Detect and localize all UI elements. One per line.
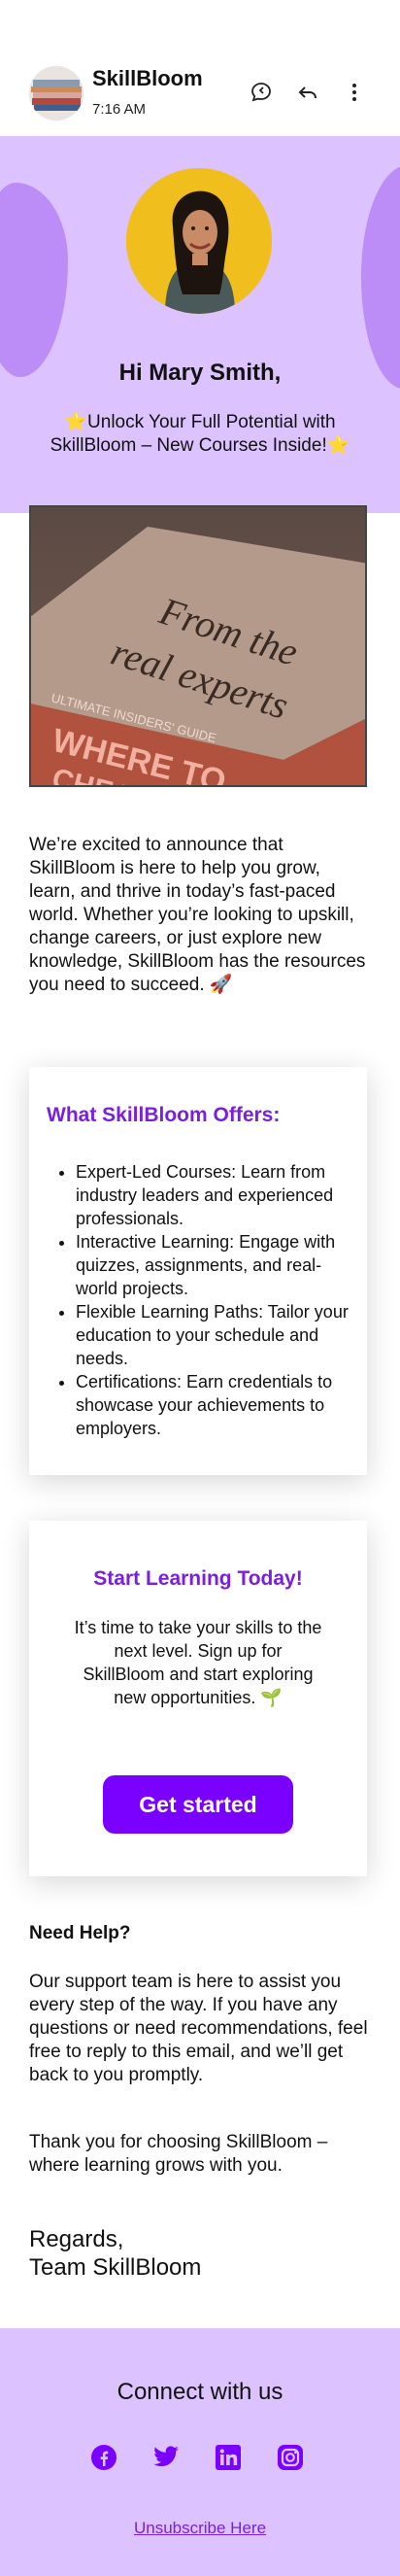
list-item: Certifications: Earn credentials to show… bbox=[76, 1370, 350, 1440]
decorative-blob-right bbox=[361, 165, 400, 389]
signature: Regards, Team SkillBloom bbox=[29, 2225, 201, 2282]
list-item: Interactive Learning: Engage with quizze… bbox=[76, 1230, 350, 1300]
cta-title: Start Learning Today! bbox=[93, 1567, 303, 1590]
thanks-paragraph: Thank you for choosing SkillBloom – wher… bbox=[29, 2132, 328, 2176]
reply-icon[interactable] bbox=[293, 78, 322, 107]
cta-text: It’s time to take your skills to the nex… bbox=[74, 1618, 322, 1707]
email-footer: Connect with us Unsubscribe Here bbox=[0, 2328, 400, 2576]
profile-photo bbox=[126, 168, 272, 314]
facebook-icon[interactable] bbox=[89, 2443, 118, 2472]
unsubscribe-link[interactable]: Unsubscribe Here bbox=[0, 2519, 400, 2538]
feature-image: From the real experts ULTIMATE INSIDERS'… bbox=[29, 505, 367, 787]
help-heading: Need Help? bbox=[29, 1923, 131, 1943]
email-subject-line: ⭐Unlock Your Full Potential with SkillBl… bbox=[50, 412, 350, 456]
chat-bubble-icon[interactable] bbox=[247, 78, 276, 107]
decorative-blob-left bbox=[0, 183, 68, 377]
woman-portrait-icon bbox=[126, 168, 272, 314]
cta-card: Start Learning Today! It’s time to take … bbox=[29, 1521, 367, 1876]
books-stack-icon bbox=[29, 66, 83, 120]
get-started-button[interactable]: Get started bbox=[103, 1775, 293, 1834]
offers-title: What SkillBloom Offers: bbox=[47, 1104, 281, 1126]
regards-line: Regards, bbox=[29, 2226, 124, 2252]
sender-name: SkillBloom bbox=[92, 66, 203, 90]
email-timestamp: 7:16 AM bbox=[92, 101, 147, 118]
help-paragraph: Our support team is here to assist you e… bbox=[29, 1972, 368, 2085]
sender-avatar[interactable] bbox=[29, 66, 83, 120]
email-header: SkillBloom 7:16 AM bbox=[0, 0, 400, 136]
offers-list: Expert-Led Courses: Learn from industry … bbox=[76, 1160, 350, 1440]
linkedin-icon[interactable] bbox=[214, 2443, 243, 2472]
book-photo-icon: From the real experts ULTIMATE INSIDERS'… bbox=[31, 507, 365, 785]
intro-paragraph: We’re excited to announce that SkillBloo… bbox=[29, 835, 366, 995]
more-vertical-icon[interactable] bbox=[340, 78, 369, 107]
greeting-heading: Hi Mary Smith, bbox=[118, 360, 282, 386]
list-item: Expert-Led Courses: Learn from industry … bbox=[76, 1160, 350, 1230]
offers-card: What SkillBloom Offers: Expert-Led Cours… bbox=[29, 1067, 367, 1475]
list-item: Flexible Learning Paths: Tailor your edu… bbox=[76, 1300, 350, 1370]
connect-heading: Connect with us bbox=[117, 2379, 283, 2405]
instagram-icon[interactable] bbox=[276, 2443, 305, 2472]
hero-banner: Hi Mary Smith, ⭐Unlock Your Full Potenti… bbox=[0, 136, 400, 513]
twitter-icon[interactable] bbox=[151, 2443, 181, 2472]
team-line: Team SkillBloom bbox=[29, 2254, 202, 2281]
